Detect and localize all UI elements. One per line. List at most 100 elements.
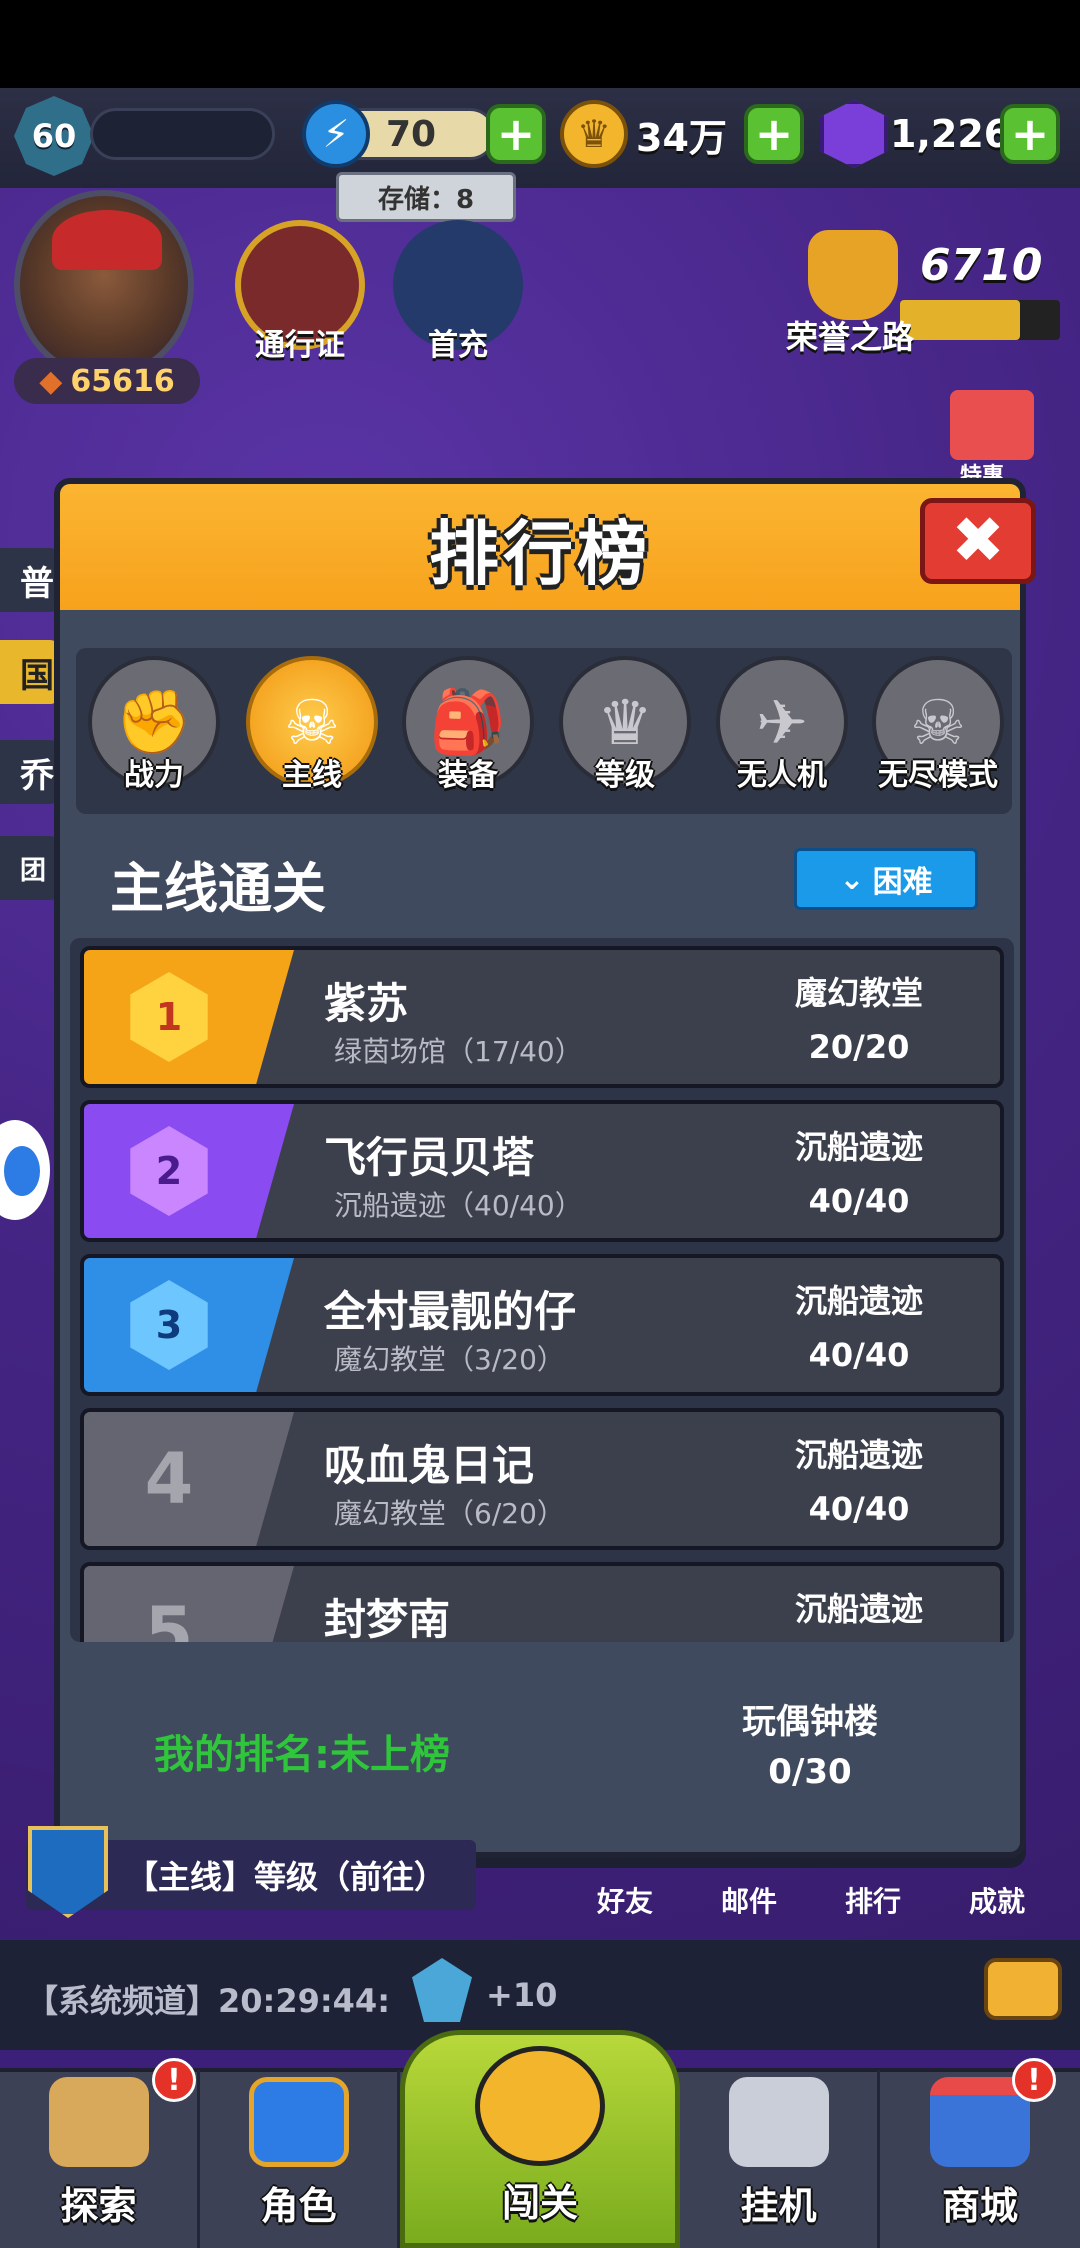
rank-cell: 3 [84, 1258, 294, 1392]
ranking-label: 排行 [844, 1885, 901, 1918]
side-tab-label: 乔 [20, 755, 54, 796]
cleared-stage: 沉船遗迹 [794, 1590, 923, 1628]
boot-icon: ◆ [39, 363, 63, 399]
player-current-stage: 沉船遗迹（40/40） [334, 1189, 583, 1222]
tab-label: 无人机 [737, 758, 827, 793]
pass-button[interactable]: 通行证 [220, 220, 380, 364]
tab-power[interactable]: ✊ 战力 [84, 656, 224, 806]
silver-medal-icon: 2 [130, 1126, 208, 1216]
nav-stage[interactable]: 闯关 [400, 2030, 680, 2248]
tab-level[interactable]: ♛ 等级 [555, 656, 695, 806]
nav-label: 角色 [260, 2184, 337, 2228]
chevron-down-icon: ⌄ [839, 861, 865, 897]
energy-storage-tooltip: 存储：8 [336, 172, 516, 222]
power-value: 65616 [70, 363, 175, 399]
rank-cell: 2 [84, 1104, 294, 1238]
friends-button[interactable]: 好友 [570, 1850, 680, 1920]
tab-equipment[interactable]: 🎒 装备 [398, 656, 538, 806]
nav-shop[interactable]: 商城 [880, 2070, 1080, 2248]
tab-label: 装备 [438, 758, 498, 793]
my-progress: 0/30 [768, 1752, 852, 1792]
trophy-value: 6710 [920, 240, 1043, 291]
cleared-stage: 魔幻教堂 [794, 974, 923, 1012]
nav-character[interactable]: 角色 [200, 2070, 400, 2248]
side-tab-4[interactable]: 团 [0, 836, 60, 900]
player-name: 吸血鬼日记 [324, 1441, 535, 1490]
modal-title: 排行榜 [429, 513, 651, 595]
player-name: 封梦南 [324, 1595, 451, 1642]
nav-label: 商城 [941, 2184, 1018, 2228]
gems-value: 1,226 [890, 112, 1011, 156]
ranking-row[interactable]: 2 飞行员贝塔 沉船遗迹（40/40） 沉船遗迹 40/40 [80, 1100, 1004, 1242]
chat-message: 【系统频道】20:29:44: [26, 1982, 390, 2020]
my-stage: 玩偶钟楼 [742, 1702, 878, 1742]
energy-icon: ⚡ [302, 100, 370, 168]
ranking-row[interactable]: 5 封梦南 沉船遗迹 [80, 1562, 1004, 1642]
rank-number: 5 [144, 1592, 194, 1642]
player-name: 紫苏 [324, 979, 409, 1028]
ranking-row[interactable]: 4 吸血鬼日记 魔幻教堂（6/20） 沉船遗迹 40/40 [80, 1408, 1004, 1550]
add-coins-button[interactable]: + [744, 104, 804, 164]
coin-icon: ♛ [560, 100, 628, 168]
notification-badge: ! [152, 2058, 196, 2102]
mail-button[interactable]: 邮件 [694, 1850, 804, 1920]
rank-cell: 1 [84, 950, 294, 1084]
level-badge[interactable]: 60 [14, 96, 94, 176]
side-tab-label: 国 [20, 655, 54, 696]
mail-label: 邮件 [720, 1885, 777, 1918]
nav-label: 挂机 [740, 2184, 817, 2228]
tab-label: 战力 [124, 758, 184, 793]
ranking-row[interactable]: 1 紫苏 绿茵场馆（17/40） 魔幻教堂 20/20 [80, 946, 1004, 1088]
gold-medal-icon: 1 [130, 972, 208, 1062]
rank-number: 4 [144, 1438, 194, 1520]
difficulty-value: 困难 [872, 865, 933, 900]
tab-endless[interactable]: ☠ 无尽模式 [868, 656, 1008, 806]
nav-label: 探索 [60, 2184, 137, 2228]
notification-badge: ! [1012, 2058, 1056, 2102]
level-value: 60 [14, 96, 94, 176]
first-charge-button[interactable]: 首充 [378, 220, 538, 364]
honor-road-label: 荣誉之路 [786, 318, 915, 356]
cleared-progress: 40/40 [808, 1336, 910, 1374]
power-pill: ◆ 65616 [14, 358, 200, 404]
coins-value: 34万 [636, 115, 727, 160]
chat-reward: +10 [486, 1976, 558, 2014]
close-button[interactable]: ✖ [920, 498, 1036, 584]
add-energy-button[interactable]: + [486, 104, 546, 164]
player-current-stage: 魔幻教堂（6/20） [334, 1497, 565, 1530]
section-title: 主线通关 [110, 857, 326, 920]
side-tab-label: 团 [20, 855, 47, 886]
gamepad-icon [728, 2077, 829, 2167]
trophy-icon[interactable] [808, 230, 898, 320]
ranking-button[interactable]: 排行 [818, 1850, 928, 1920]
nav-idle[interactable]: 挂机 [680, 2070, 880, 2248]
player-current-stage: 魔幻教堂（3/20） [334, 1343, 565, 1376]
cleared-progress: 40/40 [808, 1182, 910, 1220]
cleared-stage: 沉船遗迹 [794, 1128, 923, 1166]
ranking-row[interactable]: 3 全村最靓的仔 魔幻教堂（3/20） 沉船遗迹 40/40 [80, 1254, 1004, 1396]
gift-icon[interactable] [950, 390, 1034, 460]
achievements-label: 成就 [968, 1885, 1025, 1918]
tab-mainline[interactable]: ☠ 主线 [242, 656, 382, 806]
achievements-button[interactable]: 成就 [942, 1850, 1052, 1920]
my-rank-label: 我的排名:未上榜 [154, 1732, 450, 1778]
cleared-stage: 沉船遗迹 [794, 1436, 923, 1474]
bronze-medal-icon: 3 [130, 1280, 208, 1370]
difficulty-dropdown[interactable]: ⌄ 困难 [794, 848, 978, 910]
tab-drone[interactable]: ✈ 无人机 [712, 656, 852, 806]
player-name: 飞行员贝塔 [324, 1133, 535, 1182]
character-shield-icon [248, 2077, 349, 2167]
add-gems-button[interactable]: + [1000, 104, 1060, 164]
avatar-hat [52, 210, 162, 270]
task-text: 【主线】等级（前往） [126, 1858, 447, 1896]
cleared-progress: 40/40 [808, 1490, 910, 1528]
ranking-list[interactable]: 1 紫苏 绿茵场馆（17/40） 魔幻教堂 20/20 2 飞行员贝塔 沉船遗迹… [70, 938, 1014, 1642]
side-tab-1[interactable]: 普 [0, 548, 60, 612]
tab-label: 等级 [595, 758, 655, 793]
side-tab-3[interactable]: 乔 [0, 740, 60, 804]
xp-bar [90, 108, 275, 160]
player-current-stage: 绿茵场馆（17/40） [334, 1035, 583, 1068]
side-tab-2[interactable]: 国 [0, 640, 60, 704]
pass-label: 通行证 [255, 328, 345, 363]
chat-bubble-icon[interactable] [984, 1958, 1062, 2020]
